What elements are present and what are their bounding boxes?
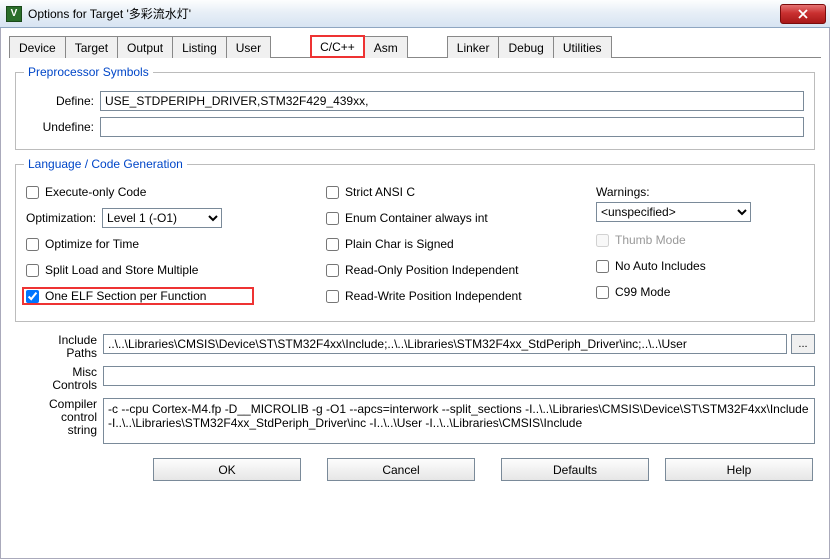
misc-controls-label: Misc Controls <box>15 366 103 392</box>
optimization-label: Optimization: <box>26 211 96 225</box>
tabstrip: Device Target Output Listing User C/C++ … <box>9 34 821 58</box>
group-title-preprocessor: Preprocessor Symbols <box>24 65 153 79</box>
group-language: Language / Code Generation Execute-only … <box>15 164 815 322</box>
rw-pi-checkbox[interactable]: Read-Write Position Independent <box>326 287 586 305</box>
one-elf-label: One ELF Section per Function <box>45 289 206 303</box>
ok-button[interactable]: OK <box>153 458 301 481</box>
tab-user[interactable]: User <box>226 36 271 58</box>
tab-target[interactable]: Target <box>65 36 118 58</box>
group-preprocessor: Preprocessor Symbols Define: Undefine: <box>15 72 815 150</box>
help-button[interactable]: Help <box>665 458 813 481</box>
thumb-label: Thumb Mode <box>615 233 686 247</box>
group-title-language: Language / Code Generation <box>24 157 187 171</box>
define-label: Define: <box>26 94 100 108</box>
tab-debug[interactable]: Debug <box>498 36 553 58</box>
tab-c-cpp[interactable]: C/C++ <box>310 35 365 58</box>
plain-char-checkbox[interactable]: Plain Char is Signed <box>326 235 586 253</box>
strict-ansi-checkbox[interactable]: Strict ANSI C <box>326 183 586 201</box>
defaults-button[interactable]: Defaults <box>501 458 649 481</box>
tab-listing[interactable]: Listing <box>172 36 227 58</box>
window-title: Options for Target '多彩流水灯' <box>28 5 780 22</box>
split-load-label: Split Load and Store Multiple <box>45 263 198 277</box>
titlebar: V Options for Target '多彩流水灯' <box>0 0 830 28</box>
enum-container-checkbox[interactable]: Enum Container always int <box>326 209 586 227</box>
tab-utilities[interactable]: Utilities <box>553 36 612 58</box>
ro-pi-checkbox[interactable]: Read-Only Position Independent <box>326 261 586 279</box>
compiler-control-label: Compiler control string <box>15 398 103 437</box>
tab-asm[interactable]: Asm <box>364 36 408 58</box>
no-auto-checkbox[interactable]: No Auto Includes <box>596 257 776 275</box>
optimization-select[interactable]: Level 1 (-O1) <box>102 208 222 228</box>
dialog-body: Device Target Output Listing User C/C++ … <box>0 28 830 559</box>
include-paths-input[interactable] <box>103 334 787 354</box>
enum-container-label: Enum Container always int <box>345 211 488 225</box>
define-input[interactable] <box>100 91 804 111</box>
app-icon: V <box>6 6 22 22</box>
rw-pi-label: Read-Write Position Independent <box>345 289 522 303</box>
c99-label: C99 Mode <box>615 285 670 299</box>
close-icon <box>798 9 808 19</box>
warnings-select[interactable]: <unspecified> <box>596 202 751 222</box>
compiler-control-string: -c --cpu Cortex-M4.fp -D__MICROLIB -g -O… <box>103 398 815 444</box>
cancel-button[interactable]: Cancel <box>327 458 475 481</box>
split-load-checkbox[interactable]: Split Load and Store Multiple <box>26 261 316 279</box>
execute-only-checkbox[interactable]: Execute-only Code <box>26 183 316 201</box>
strict-ansi-label: Strict ANSI C <box>345 185 415 199</box>
undefine-input[interactable] <box>100 117 804 137</box>
tab-linker[interactable]: Linker <box>447 36 500 58</box>
button-bar: OK Cancel Defaults Help <box>9 444 821 481</box>
plain-char-label: Plain Char is Signed <box>345 237 454 251</box>
optimize-time-label: Optimize for Time <box>45 237 139 251</box>
one-elf-checkbox[interactable]: One ELF Section per Function <box>22 287 254 305</box>
undefine-label: Undefine: <box>26 120 100 134</box>
tab-output[interactable]: Output <box>117 36 173 58</box>
thumb-checkbox: Thumb Mode <box>596 231 776 249</box>
close-button[interactable] <box>780 4 826 24</box>
c99-checkbox[interactable]: C99 Mode <box>596 283 776 301</box>
misc-controls-input[interactable] <box>103 366 815 386</box>
include-paths-browse-button[interactable]: ... <box>791 334 815 354</box>
execute-only-label: Execute-only Code <box>45 185 146 199</box>
include-paths-label: Include Paths <box>15 334 103 360</box>
optimize-time-checkbox[interactable]: Optimize for Time <box>26 235 316 253</box>
ro-pi-label: Read-Only Position Independent <box>345 263 518 277</box>
no-auto-label: No Auto Includes <box>615 259 706 273</box>
warnings-label: Warnings: <box>596 185 650 199</box>
tab-device[interactable]: Device <box>9 36 66 58</box>
